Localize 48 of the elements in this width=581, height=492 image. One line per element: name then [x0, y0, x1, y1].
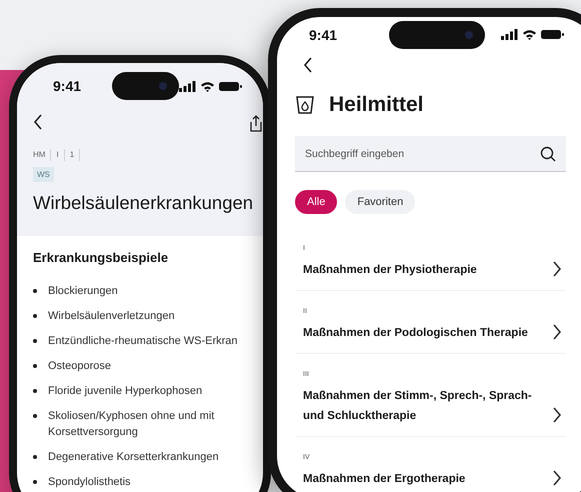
- breadcrumb-item[interactable]: HM: [33, 149, 52, 161]
- signal-icon: [179, 80, 196, 92]
- status-time: 9:41: [309, 26, 338, 42]
- section-heading: Erkrankungsbeispiele: [33, 250, 170, 265]
- back-icon: [33, 112, 43, 130]
- list-item: Floride juvenile Hyperkophosen: [48, 384, 204, 399]
- chevron-right-icon: [552, 406, 562, 424]
- bullet-icon: [33, 414, 37, 418]
- list-item: Spondylolisthetis: [48, 475, 132, 490]
- bullet-icon: [33, 364, 37, 368]
- list-item: Blockierungen: [48, 284, 119, 299]
- signal-icon: [501, 29, 518, 40]
- list-item: Osteoporose: [48, 359, 112, 374]
- filter-chip[interactable]: Alle: [295, 190, 338, 214]
- wifi-icon: [522, 29, 537, 40]
- category-title: Maßnahmen der Podologischen Therapie: [303, 326, 529, 341]
- chevron-right-icon: [552, 323, 562, 341]
- chevron-right-icon: [552, 469, 562, 487]
- status-time: 9:41: [53, 78, 82, 94]
- bullet-icon: [33, 339, 37, 343]
- category-tag: WS: [33, 167, 54, 182]
- search-icon: [540, 146, 556, 162]
- battery-icon: [541, 29, 565, 40]
- camera-notch: [112, 72, 179, 100]
- list-item: Entzündliche-rheumatische WS-Erkran: [48, 334, 239, 349]
- drop-cup-icon: [295, 95, 315, 115]
- category-title: Maßnahmen der Stimm-, Sprech-, Sprach- und Schlucktherapie: [303, 389, 533, 424]
- category-title: Maßnahmen der Ergotherapie: [303, 472, 466, 487]
- category-title: Maßnahmen der Physiotherapie: [303, 263, 478, 278]
- breadcrumb-item[interactable]: 1: [64, 149, 80, 161]
- bullet-icon: [33, 480, 37, 484]
- filter-chip[interactable]: Favoriten: [345, 190, 416, 214]
- bullet-icon: [33, 389, 37, 393]
- bullet-icon: [33, 289, 37, 293]
- bullet-icon: [33, 455, 37, 459]
- breadcrumb-item[interactable]: I: [51, 149, 65, 161]
- page-title: Wirbelsäulenerkrankungen: [33, 192, 254, 214]
- bullet-icon: [33, 314, 37, 318]
- list-item: Skoliosen/Kyphosen ohne und mit Korsettversorgung: [48, 409, 216, 440]
- back-icon: [303, 56, 313, 74]
- search-field[interactable]: Suchbegriff eingeben: [295, 136, 566, 172]
- battery-icon: [219, 80, 243, 92]
- list-item: Wirbelsäulenverletzungen: [48, 309, 176, 324]
- page-title: Heilmittel: [329, 93, 424, 117]
- wifi-icon: [200, 80, 215, 92]
- share-icon: [249, 115, 263, 133]
- list-item: Degenerative Korsetterkrankungen: [48, 450, 220, 465]
- chevron-right-icon: [552, 260, 562, 278]
